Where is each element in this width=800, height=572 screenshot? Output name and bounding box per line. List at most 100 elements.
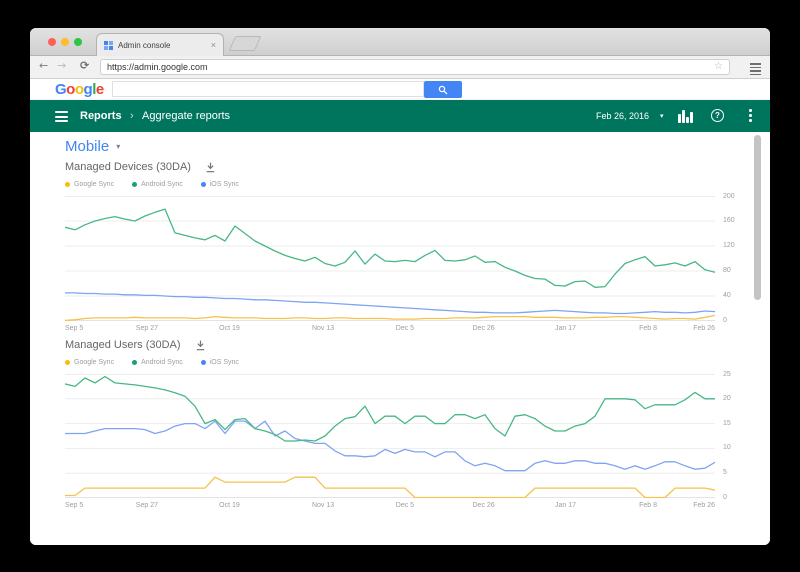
- google-logo-letter: G: [55, 81, 67, 98]
- page-title[interactable]: Mobile ▾: [65, 138, 120, 155]
- download-icon[interactable]: [195, 340, 206, 351]
- google-logo: Google: [55, 81, 104, 98]
- legend-dot: [132, 182, 138, 187]
- tab-close-icon[interactable]: ×: [211, 41, 216, 50]
- legend-label: iOS Sync: [209, 181, 239, 188]
- legend-label: iOS Sync: [209, 359, 239, 366]
- x-axis-label: Feb 8: [639, 325, 657, 332]
- y-axis-label: 0: [723, 316, 727, 324]
- chart-line-google-sync: [65, 314, 715, 321]
- bookmark-star-icon[interactable]: ☆: [714, 62, 723, 72]
- google-logo-letter: e: [95, 81, 104, 98]
- y-axis-label: 25: [723, 370, 731, 378]
- x-axis-label: Sep 5: [65, 325, 84, 332]
- url-text[interactable]: https://admin.google.com: [107, 62, 714, 72]
- overflow-menu-icon[interactable]: [749, 109, 752, 122]
- legend-dot: [65, 182, 70, 187]
- search-input[interactable]: [112, 81, 424, 97]
- browser-tab[interactable]: Admin console ×: [96, 33, 224, 57]
- browser-toolbar: ← → ⟳ https://admin.google.com ☆: [30, 56, 770, 79]
- y-axis-label: 160: [723, 217, 735, 224]
- legend-label: Google Sync: [74, 359, 115, 366]
- menu-hamburger-icon[interactable]: [55, 111, 68, 122]
- chart-line-ios-sync: [65, 420, 715, 472]
- y-axis-label: 80: [723, 267, 731, 274]
- window-zoom-button[interactable]: [74, 38, 82, 46]
- download-icon[interactable]: [205, 162, 216, 173]
- x-axis-label: Oct 19: [219, 502, 240, 509]
- legend-item-google-sync: Google Sync: [65, 359, 114, 366]
- x-axis-label: Sep 27: [135, 502, 158, 509]
- y-axis-label: 20: [723, 394, 731, 402]
- breadcrumb-aggregate-reports: Aggregate reports: [142, 110, 231, 122]
- reload-icon[interactable]: ⟳: [80, 59, 89, 72]
- y-axis-label: 0: [723, 493, 727, 501]
- google-logo-letter: o: [66, 81, 75, 98]
- browser-menu-icon[interactable]: [750, 63, 761, 75]
- legend-label: Android Sync: [141, 181, 183, 188]
- y-axis-label: 120: [723, 242, 735, 249]
- y-axis-label: 5: [723, 469, 727, 477]
- breadcrumb-separator: ›: [130, 110, 134, 122]
- back-icon[interactable]: ←: [39, 59, 48, 72]
- date-selector[interactable]: Feb 26, 2016: [596, 111, 649, 121]
- x-axis-label: Oct 19: [219, 325, 240, 332]
- chart-plot-area: [65, 374, 715, 498]
- x-axis-label: Dec 5: [395, 502, 415, 509]
- legend-item-ios-sync: iOS Sync: [200, 359, 239, 366]
- forward-icon[interactable]: →: [57, 59, 66, 72]
- legend-dot: [200, 182, 206, 187]
- legend-dot: [200, 360, 206, 365]
- admin-console-favicon: [104, 41, 113, 50]
- search-icon: [438, 85, 448, 94]
- breadcrumb-reports[interactable]: Reports: [80, 110, 122, 122]
- address-bar[interactable]: https://admin.google.com ☆: [100, 59, 730, 75]
- x-axis-label: Jan 17: [554, 502, 577, 509]
- window-minimize-button[interactable]: [61, 38, 69, 46]
- admin-app-bar: Reports › Aggregate reports Feb 26, 2016…: [30, 100, 770, 132]
- chart-plot-area: [65, 196, 715, 321]
- window-close-button[interactable]: [48, 38, 56, 46]
- google-logo-letter: o: [74, 81, 84, 98]
- legend-item-google-sync: Google Sync: [65, 181, 114, 188]
- x-axis-label: Jan 17: [554, 325, 577, 332]
- chart-canvas: [65, 374, 715, 498]
- google-logo-letter: g: [83, 81, 93, 98]
- scrollbar-thumb[interactable]: [754, 135, 761, 300]
- legend-item-android-sync: Android Sync: [132, 359, 183, 366]
- page-title-text: Mobile: [65, 138, 110, 155]
- x-axis-label: Feb 8: [639, 502, 657, 509]
- chart-legend: Google Sync Android Sync iOS Sync: [65, 181, 239, 188]
- x-axis-label: Sep 27: [135, 325, 158, 332]
- chart-title: Managed Devices (30DA): [65, 161, 191, 173]
- page-title-caret-icon[interactable]: ▾: [116, 142, 120, 151]
- chart-canvas: [65, 196, 715, 321]
- chart-line-google-sync: [65, 476, 715, 498]
- desktop-background: Admin console × ← → ⟳ https://admin.goog…: [0, 0, 800, 572]
- new-tab-button[interactable]: [228, 36, 262, 51]
- help-icon[interactable]: ?: [711, 109, 724, 122]
- x-axis-label: Feb 26: [693, 502, 715, 509]
- date-caret-icon[interactable]: ▾: [660, 112, 664, 120]
- legend-dot: [65, 360, 70, 365]
- search-button[interactable]: [424, 81, 462, 98]
- y-axis-label: 40: [723, 292, 731, 299]
- legend-item-android-sync: Android Sync: [132, 181, 183, 188]
- chart-title: Managed Users (30DA): [65, 339, 181, 351]
- legend-dot: [132, 360, 138, 365]
- tab-title: Admin console: [118, 41, 171, 50]
- x-axis-label: Dec 26: [472, 325, 495, 332]
- google-search-bar: Google: [30, 79, 770, 100]
- browser-tab-strip: Admin console ×: [30, 28, 770, 57]
- y-axis-label: 10: [723, 444, 731, 452]
- page-content: Mobile ▾ Managed Devices (30DA) Google Sy…: [30, 132, 770, 545]
- legend-label: Android Sync: [141, 359, 183, 366]
- x-axis-label: Nov 13: [311, 325, 335, 332]
- legend-item-ios-sync: iOS Sync: [200, 181, 239, 188]
- x-axis-label: Nov 13: [311, 502, 335, 509]
- y-axis-label: 200: [723, 192, 735, 200]
- chart-legend: Google Sync Android Sync iOS Sync: [65, 359, 239, 366]
- x-axis-label: Feb 26: [693, 325, 715, 332]
- x-axis-label: Sep 5: [65, 502, 84, 509]
- reports-bars-icon[interactable]: [678, 109, 693, 123]
